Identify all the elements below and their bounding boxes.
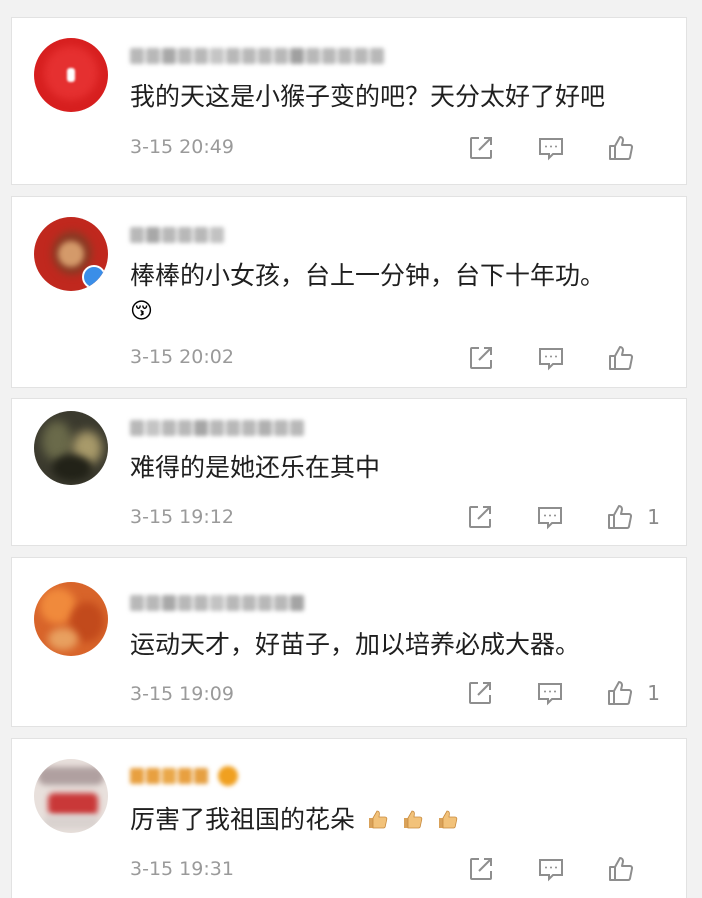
like-button[interactable] [604, 341, 638, 375]
thumbs-up-emoji [368, 810, 388, 829]
avatar[interactable] [34, 582, 108, 656]
avatar[interactable] [34, 38, 108, 112]
share-button[interactable] [464, 341, 498, 375]
username-blurred[interactable] [130, 592, 304, 614]
comment-card: 难得的是她还乐在其中 3-15 19:12 1 [11, 398, 687, 546]
thumbs-up-emoji [403, 810, 423, 829]
reply-button[interactable] [534, 341, 568, 375]
avatar[interactable] [34, 759, 108, 833]
comment-text-content: 厉害了我祖国的花朵 [130, 805, 356, 834]
comment-icon [539, 138, 563, 161]
comment-timestamp: 3-15 19:12 [130, 506, 234, 528]
comment-actions: 1 [427, 676, 660, 710]
like-count: 1 [647, 681, 660, 705]
comment-actions: 1 [427, 500, 660, 534]
share-button[interactable] [464, 852, 498, 886]
comment-text: 棒棒的小女孩，台上一分钟，台下十年功。 [130, 261, 606, 290]
comment-timestamp: 3-15 19:09 [130, 683, 234, 705]
share-icon [470, 137, 492, 159]
share-icon [469, 682, 492, 704]
comment-text: 我的天这是小猴子变的吧？天分太好了好吧 [130, 82, 606, 111]
share-icon [470, 347, 492, 369]
reply-button[interactable] [533, 500, 567, 534]
username-blurred[interactable] [130, 224, 224, 246]
comment-icon [538, 683, 563, 706]
comment-card: 棒棒的小女孩，台上一分钟，台下十年功。 😚 3-15 20:02 [11, 196, 687, 388]
comment-icon [538, 507, 563, 530]
share-button[interactable] [463, 676, 497, 710]
thumbs-up-icon [609, 857, 634, 881]
comment-icon [539, 348, 563, 371]
comment-actions [428, 341, 660, 375]
comment-timestamp: 3-15 20:49 [130, 136, 234, 158]
comment-timestamp: 3-15 19:31 [130, 858, 234, 880]
thumbs-up-icon [609, 346, 634, 370]
comment-text: 运动天才，好苗子，加以培养必成大器。 [130, 630, 581, 659]
thumbs-up-emoji [438, 810, 458, 829]
like-button[interactable] [603, 676, 637, 710]
comment-text: 难得的是她还乐在其中 [130, 453, 381, 482]
reply-button[interactable] [533, 676, 567, 710]
avatar[interactable] [34, 411, 108, 485]
comment-icon [539, 859, 563, 882]
share-icon [469, 506, 492, 528]
thumbs-up-icon [608, 681, 633, 705]
like-button[interactable] [604, 852, 638, 886]
like-count: 1 [647, 505, 660, 529]
share-icon [470, 858, 492, 880]
reply-button[interactable] [534, 852, 568, 886]
comment-card: 我的天这是小猴子变的吧？天分太好了好吧 3-15 20:49 [11, 17, 687, 185]
reply-button[interactable] [534, 131, 568, 165]
comment-timestamp: 3-15 20:02 [130, 346, 234, 368]
comment-actions [428, 852, 660, 886]
comment-actions [428, 131, 660, 165]
username-blurred[interactable] [130, 45, 384, 67]
avatar[interactable] [34, 217, 108, 291]
comment-text: 厉害了我祖国的花朵 [130, 803, 460, 837]
share-button[interactable] [464, 131, 498, 165]
comment-emoji: 😚 [130, 299, 153, 324]
share-button[interactable] [463, 500, 497, 534]
thumbs-up-icon [608, 505, 633, 529]
username-blurred[interactable] [130, 417, 304, 439]
comment-card: 运动天才，好苗子，加以培养必成大器。 3-15 19:09 1 [11, 557, 687, 727]
like-button[interactable] [604, 131, 638, 165]
username-blurred[interactable] [130, 765, 238, 787]
thumbs-up-icon [609, 136, 634, 160]
comment-card: 厉害了我祖国的花朵 3-15 19:31 [11, 738, 687, 898]
like-button[interactable] [603, 500, 637, 534]
